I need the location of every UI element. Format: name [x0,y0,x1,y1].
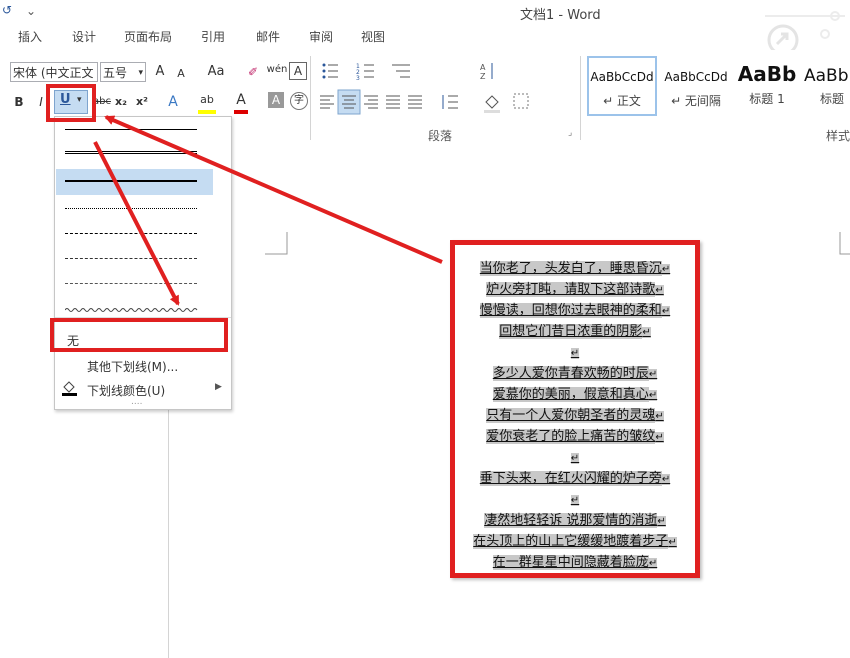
underline-button-highlight [46,84,96,122]
chevron-right-icon: ▶ [215,382,222,392]
more-underlines-option[interactable]: 其他下划线(M)... [87,358,178,375]
font-name-combo[interactable]: 宋体 (中文正文 [10,62,98,82]
font-name-value: 宋体 (中文正文 [13,66,94,80]
text-line: 爱你衰老了的脸上痛苦的皱纹↵ [455,428,695,447]
title-bar: ↺ ⌄ 文档1 - Word [0,0,850,26]
style-label: ↵ 正文 [589,92,655,109]
text-line: 在一群星星中间隐藏着脸庞↵ [455,554,695,573]
resize-grip-icon[interactable]: .... [131,397,142,407]
decorative-circuit-icon [755,4,850,54]
styles-group-label: 样式 [826,127,850,144]
character-border-button[interactable]: A [289,62,307,80]
margin-corner-mark [838,232,850,256]
align-left-icon [320,96,334,108]
shading-icon [484,96,500,113]
paragraph-dialog-launcher-icon[interactable]: ⌟ [568,128,572,138]
style-heading-1[interactable]: AaBb 标题 1 [735,56,799,116]
group-separator [580,56,581,140]
tab-review[interactable]: 审阅 [309,28,333,45]
empty-paragraph: ↵ [455,344,695,363]
style-normal[interactable]: AaBbCcDd ↵ 正文 [587,56,657,116]
underline-thick-option[interactable] [65,180,197,182]
undo-icon[interactable]: ↺ [2,3,12,17]
empty-paragraph: ↵ [455,449,695,468]
distributed-icon [408,96,422,108]
style-title[interactable]: AaBb 标题 [804,56,850,116]
highlight-button[interactable]: ab [198,90,216,114]
underline-wave-option[interactable] [65,307,199,313]
style-label: ↵ 无间隔 [660,92,732,109]
paragraph-controls: 123 AZ [318,60,568,120]
bullets-icon [323,64,339,79]
numbering-icon: 123 [356,63,374,82]
underline-dotted-option[interactable] [65,208,197,209]
text-line: 炉火旁打盹，请取下这部诗歌↵ [455,281,695,300]
text-line: 慢慢读，回想你过去眼神的柔和↵ [455,302,695,321]
font-size-combo[interactable]: 五号 ▾ [100,62,146,82]
style-sample: AaBbCcDd [660,70,732,84]
line-spacing-icon [443,95,458,109]
style-no-spacing[interactable]: AaBbCcDd ↵ 无间隔 [660,56,732,116]
svg-text:Z: Z [480,72,486,81]
menu-hover-highlight [56,169,213,195]
text-line: 回想它们昔日浓重的阴影↵ [455,323,695,342]
borders-icon [514,94,528,108]
style-sample: AaBbCcDd [589,70,655,84]
tab-mailings[interactable]: 邮件 [256,28,280,45]
style-label: 标题 [804,90,850,107]
tab-design[interactable]: 设计 [72,28,96,45]
tab-layout[interactable]: 页面布局 [124,28,172,45]
text-line: 当你老了，头发白了，睡思昏沉↵ [455,260,695,279]
multilevel-list-icon [392,65,410,77]
align-right-icon [364,96,378,108]
tab-view[interactable]: 视图 [361,28,385,45]
text-line: 在头顶上的山上它缓缓地踱着步子↵ [455,533,695,552]
underline-dash-dot-dot-option[interactable] [65,283,197,284]
text-line: 爱慕你的美丽，假意和真心↵ [455,386,695,405]
text-line: 凄然地轻轻诉 说那爱情的消逝↵ [455,512,695,531]
enclose-characters-button[interactable]: 字 [290,92,308,110]
tab-insert[interactable]: 插入 [18,28,42,45]
justify-icon [386,96,400,108]
style-sample: AaBb [735,62,799,86]
underline-dash-dot-option[interactable] [65,258,197,259]
change-case-button[interactable]: Aa [202,62,230,82]
bold-button[interactable]: B [12,92,26,112]
shrink-font-button[interactable]: A [174,64,188,84]
underline-double-option[interactable] [65,151,197,154]
character-shading-button[interactable]: A [268,92,284,108]
grow-font-button[interactable]: A [152,62,168,82]
sort-icon: AZ [480,63,492,81]
underline-color-icon [61,379,79,397]
window-title: 文档1 - Word [520,4,601,23]
subscript-button[interactable]: x₂ [114,92,128,112]
text-line: 多少人爱你青春欢畅的时辰↵ [455,365,695,384]
text-line: 垂下头来，在红火闪耀的炉子旁↵ [455,470,695,489]
underline-color-option[interactable]: 下划线颜色(U) [87,382,165,399]
phonetic-guide-button[interactable]: wén [266,60,288,80]
style-label: 标题 1 [735,90,799,107]
text-effects-button[interactable]: A [166,92,180,112]
style-sample: AaBb [804,66,850,86]
paragraph-group-label: 段落 [428,127,452,144]
underline-dropdown: 无 其他下划线(M)... 下划线颜色(U) ▶ .... [54,116,232,410]
superscript-button[interactable]: x² [134,92,150,112]
none-option-highlight [50,318,228,352]
group-separator [310,56,311,140]
text-line: 只有一个人爱你朝圣者的灵魂↵ [455,407,695,426]
svg-text:A: A [480,63,486,72]
font-size-value: 五号 [103,66,127,80]
tab-references[interactable]: 引用 [201,28,225,45]
svg-text:3: 3 [356,75,360,82]
font-color-button[interactable]: A [234,90,248,114]
empty-paragraph: ↵ [455,491,695,510]
underline-single-option[interactable] [65,129,197,130]
chevron-down-icon: ▾ [138,63,145,83]
customize-quick-access-icon[interactable]: ⌄ [26,4,36,18]
poem-text-block[interactable]: 当你老了，头发白了，睡思昏沉↵ 炉火旁打盹，请取下这部诗歌↵ 慢慢读，回想你过去… [450,240,700,578]
clear-format-icon[interactable]: ✐ [244,62,262,82]
margin-corner-mark [265,232,289,256]
underline-dashed-option[interactable] [65,233,197,234]
